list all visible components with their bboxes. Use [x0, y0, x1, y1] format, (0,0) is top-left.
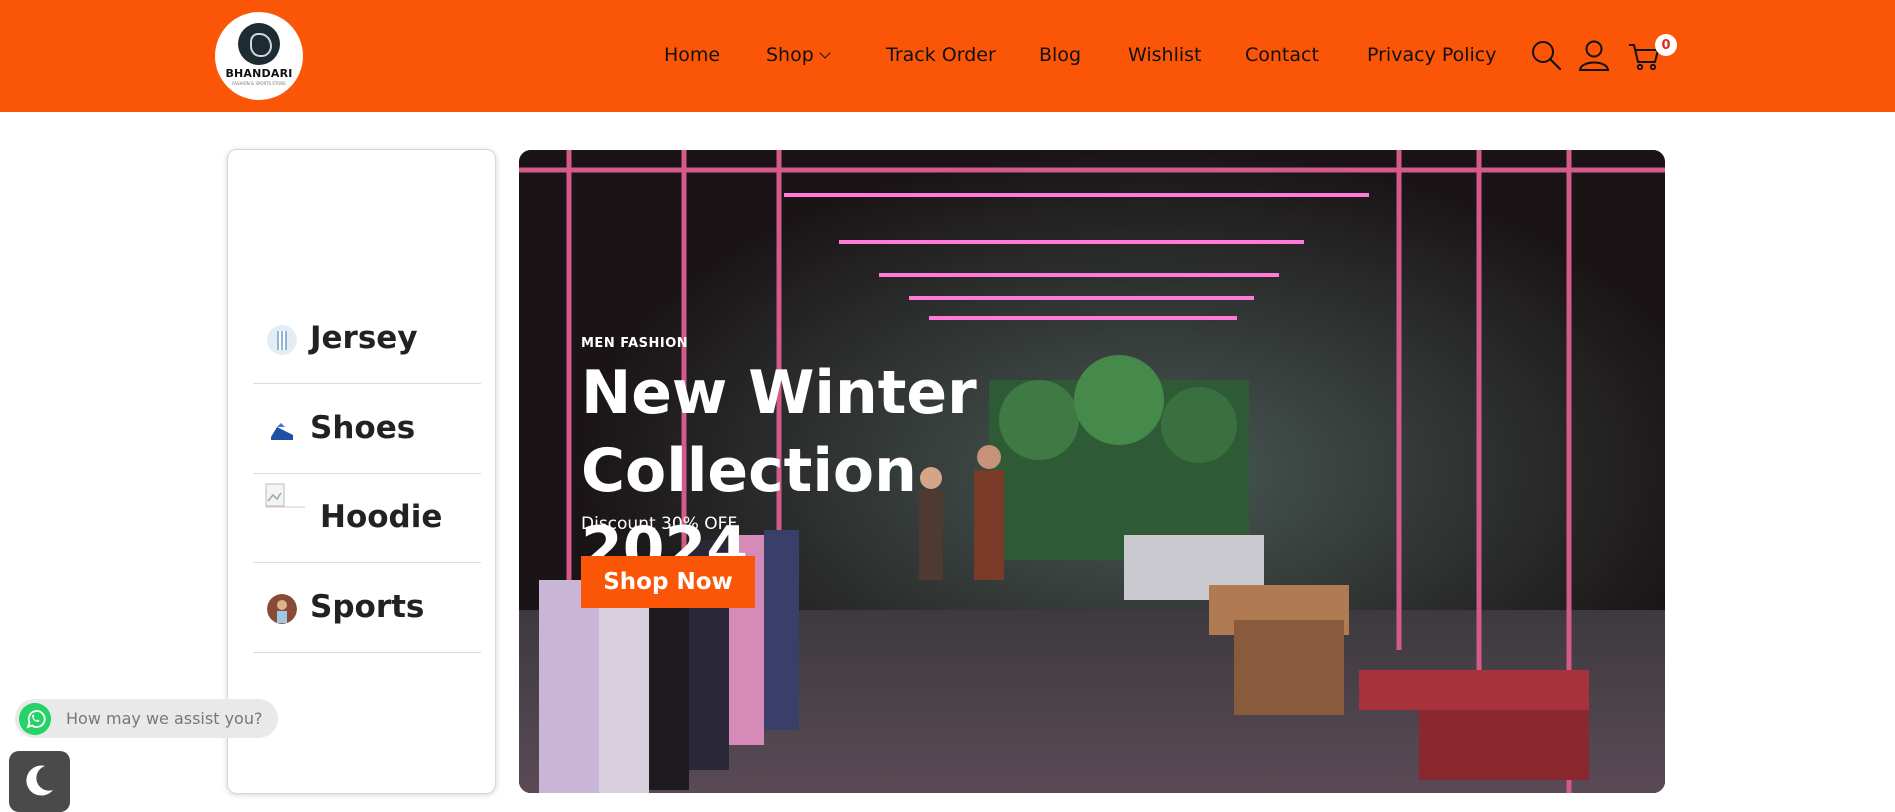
chat-prompt-text: How may we assist you? [66, 709, 263, 728]
user-icon[interactable] [1577, 38, 1611, 72]
whatsapp-chat-widget[interactable]: How may we assist you? [15, 699, 278, 738]
moon-icon [26, 765, 53, 796]
banner-eyebrow: MEN FASHION [581, 336, 689, 351]
category-label: Hoodie [320, 499, 443, 535]
nav-blog[interactable]: Blog [1039, 44, 1081, 66]
dark-mode-toggle[interactable] [9, 751, 70, 812]
category-item-hoodie[interactable]: Hoodie [253, 473, 481, 563]
sports-thumb-icon [267, 594, 297, 624]
nav-shop-label: Shop [766, 44, 814, 66]
category-item-jersey[interactable]: Jersey [253, 294, 481, 384]
whatsapp-icon [19, 703, 51, 735]
category-item-sports[interactable]: Sports [253, 563, 481, 653]
site-header: BHANDARI FASHION & SPORTS STORE Home Sho… [0, 0, 1895, 112]
hero-banner: MEN FASHION New Winter Collection 2024 D… [519, 150, 1665, 793]
category-label: Shoes [310, 410, 416, 446]
jersey-thumb-icon [267, 325, 297, 355]
chevron-down-icon [819, 47, 831, 59]
category-sidebar: Jersey Shoes Hoodie Sports [227, 149, 496, 794]
nav-home[interactable]: Home [664, 44, 720, 66]
nav-wishlist[interactable]: Wishlist [1128, 44, 1202, 66]
nav-shop[interactable]: Shop [766, 44, 831, 66]
banner-discount: Discount 30% OFF [581, 514, 738, 534]
category-label: Sports [310, 589, 425, 625]
search-icon[interactable] [1529, 38, 1563, 72]
nav-contact[interactable]: Contact [1245, 44, 1319, 66]
banner-headline: New Winter Collection 2024 [581, 358, 977, 584]
category-item-shoes[interactable]: Shoes [253, 384, 481, 474]
main-nav: Home Shop Track Order Blog Wishlist Cont… [0, 0, 1895, 112]
cart-count-badge: 0 [1655, 34, 1677, 56]
nav-track-order[interactable]: Track Order [886, 44, 996, 66]
shoe-thumb-icon [271, 423, 293, 440]
nav-privacy-policy[interactable]: Privacy Policy [1367, 44, 1496, 66]
broken-image-icon [265, 483, 305, 508]
category-label: Jersey [310, 320, 418, 356]
shop-now-button[interactable]: Shop Now [581, 556, 755, 608]
